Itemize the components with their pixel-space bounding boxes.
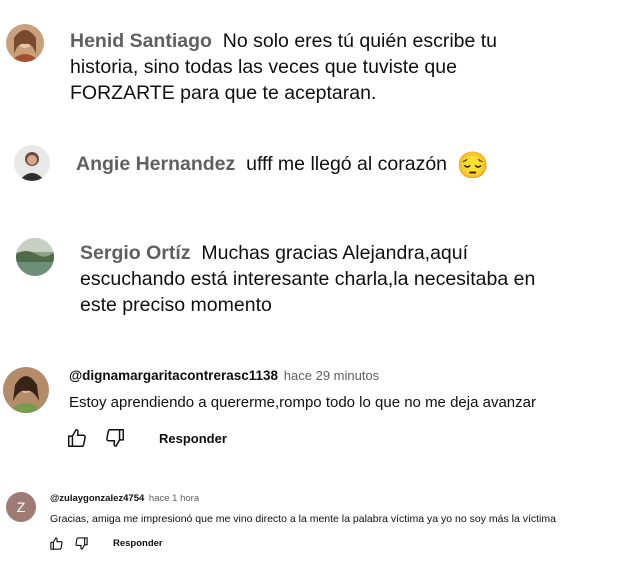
comment-text: Gracias, amiga me impresionó que me vino… (50, 513, 556, 525)
comment-header: @dignamargaritacontrerasc1138 hace 29 mi… (69, 367, 379, 385)
comment-sergio-ortiz: Sergio Ortíz Muchas gracias Alejandra,aq… (0, 228, 629, 318)
comment-zulaygonzalez: Z @zulaygonzalez4754 hace 1 hora Gracias… (0, 480, 629, 560)
comment-content: Henid Santiago No solo eres tú quién esc… (70, 28, 560, 106)
comment-henid-santiago: Henid Santiago No solo eres tú quién esc… (0, 0, 629, 110)
comment-angie-hernandez: Angie Hernandez ufff me llegó al corazón… (0, 140, 629, 190)
comment-author[interactable]: Sergio Ortíz (80, 242, 191, 264)
comment-time[interactable]: hace 1 hora (149, 493, 199, 504)
dislike-button[interactable] (74, 536, 89, 551)
comment-dignamargarita: @dignamargaritacontrerasc1138 hace 29 mi… (0, 355, 629, 455)
comment-actions: Responder (49, 536, 163, 551)
avatar[interactable] (16, 238, 54, 276)
thumbs-down-icon (75, 537, 88, 550)
comment-author[interactable]: @dignamargaritacontrerasc1138 (69, 368, 278, 383)
avatar[interactable] (14, 145, 50, 181)
comment-actions: Responder (66, 427, 227, 449)
comment-content: Angie Hernandez ufff me llegó al corazón… (76, 151, 616, 178)
like-button[interactable] (49, 536, 64, 551)
avatar[interactable]: Z (6, 492, 36, 522)
comment-content: Sergio Ortíz Muchas gracias Alejandra,aq… (80, 240, 570, 318)
thumbs-up-icon (50, 537, 63, 550)
comment-text: ufff me llegó al corazón (246, 153, 448, 175)
comment-text: Estoy aprendiendo a quererme,rompo todo … (69, 394, 536, 411)
comment-author[interactable]: Angie Hernandez (76, 153, 235, 175)
comment-time[interactable]: hace 29 minutos (284, 368, 379, 383)
pensive-face-icon: 😔 (456, 150, 489, 180)
thumbs-down-icon (106, 429, 124, 447)
avatar-letter: Z (16, 499, 26, 515)
comment-header: @zulaygonzalez4754 hace 1 hora (50, 492, 199, 505)
thumbs-up-icon (68, 429, 86, 447)
dislike-button[interactable] (104, 427, 126, 449)
comment-author[interactable]: Henid Santiago (70, 30, 212, 52)
like-button[interactable] (66, 427, 88, 449)
avatar[interactable] (3, 367, 49, 413)
reply-button[interactable]: Responder (159, 431, 227, 446)
reply-button[interactable]: Responder (113, 538, 163, 549)
avatar[interactable] (6, 24, 44, 62)
comment-author[interactable]: @zulaygonzalez4754 (50, 493, 144, 504)
